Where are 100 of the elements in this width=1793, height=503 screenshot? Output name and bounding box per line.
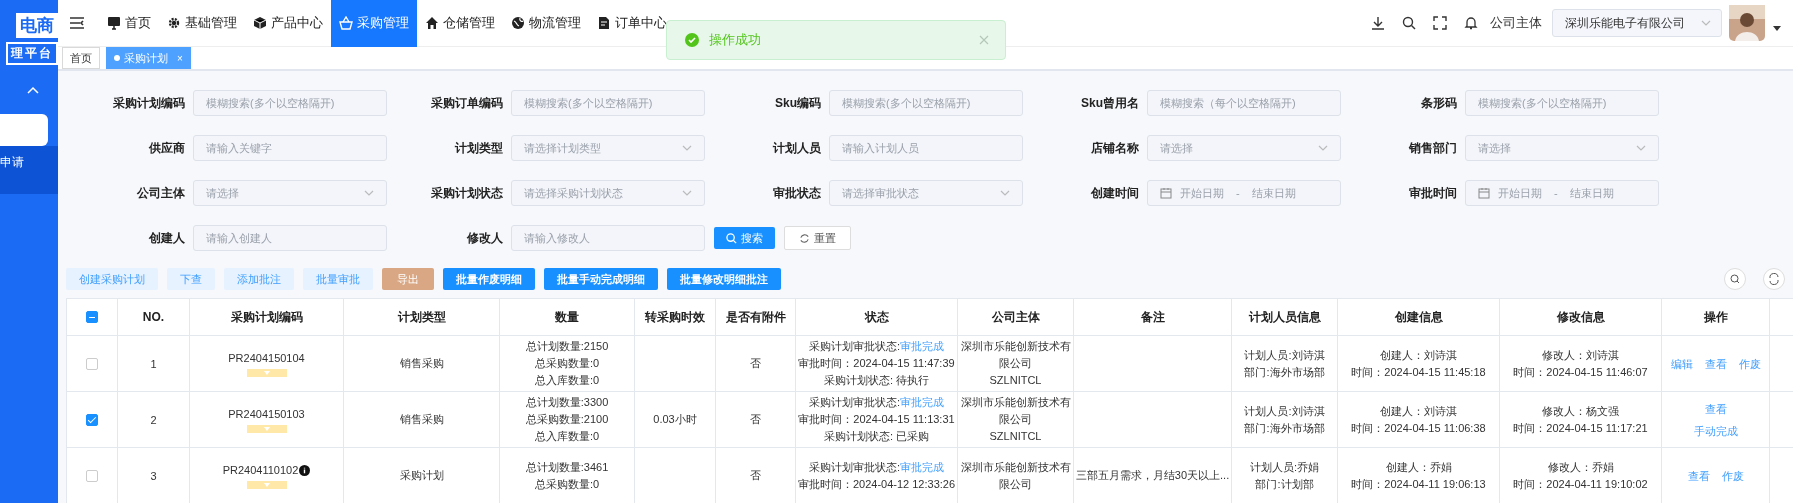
date-range-field[interactable]: 开始日期 - 结束日期 [1147,180,1341,206]
row-checkbox[interactable] [86,357,98,370]
filter-label: 店铺名称 [1090,139,1139,157]
chevron-down-icon [1000,190,1010,196]
operation-link[interactable]: 手动完成 [1693,419,1738,442]
column-header: NO. [142,310,165,324]
nav-item[interactable]: 基础管理 [159,0,245,47]
nav-item[interactable]: 物流管理 [503,0,589,47]
status-line: 审批时间：2024-04-15 11:47:39 [798,356,955,371]
operation-link[interactable]: 编辑 [1670,352,1693,375]
action-button[interactable]: 批量手动完成明细 [544,268,658,290]
filter-label: 采购计划状态 [430,184,503,202]
planner-line: 计划人员:刘诗淇 [1244,347,1325,363]
company-select[interactable]: 深圳乐能电子有限公司 [1552,9,1722,37]
nav-item[interactable]: 产品中心 [245,0,331,47]
filter-label: 审批状态 [772,184,821,202]
quantity-line: 总计划数量:3461 [525,459,609,475]
modified-line: 修改人：刘诗淇 [1542,347,1619,363]
text-field[interactable]: 模糊搜索(多个以空格隔开) [829,90,1023,116]
column-header: 计划人员信息 [1248,308,1321,326]
nav-item[interactable]: 首页 [99,0,159,47]
modified-line: 时间：2024-04-15 11:17:21 [1513,420,1648,436]
text-field[interactable]: 请输入修改人 [511,225,705,251]
company-line: 限公司 [999,412,1032,427]
table-cell: 销售采购 [399,412,444,427]
modified-line: 修改人：杨文强 [1542,403,1619,419]
action-button[interactable]: 下查 [167,268,215,290]
chevron-up-icon[interactable] [27,86,39,94]
status-line: 采购计划状态: 待执行 [823,373,930,388]
filter-label: 条形码 [1420,94,1457,112]
action-button[interactable]: 批量审批 [303,268,373,290]
nav-item[interactable]: 采购管理 [331,0,417,47]
download-icon[interactable] [1371,16,1385,30]
fullscreen-icon[interactable] [1433,16,1447,30]
created-line: 创建人：刘诗淇 [1380,403,1457,419]
modified-line: 修改人：乔娟 [1547,459,1614,475]
house-icon [425,16,439,30]
action-button[interactable]: 添加批注 [224,268,294,290]
select-field[interactable]: 请选择审批状态 [829,180,1023,206]
refresh-icon [799,232,810,244]
row-checkbox[interactable] [86,413,98,426]
date-range-field[interactable]: 开始日期 - 结束日期 [1465,180,1659,206]
menu-icon[interactable] [69,16,85,30]
action-button[interactable]: 批量作废明细 [443,268,535,290]
nav-item[interactable]: 订单中心 [589,0,675,47]
operation-link[interactable]: 作废 [1721,464,1744,487]
refresh-icon[interactable] [1763,268,1785,290]
action-button[interactable]: 导出 [382,268,434,290]
toast-message: 操作成功 [709,31,761,49]
created-line: 创建人：刘诗淇 [1380,347,1457,363]
plan-code: PR2404110102 [222,463,299,478]
chevron-down-icon [682,145,692,151]
text-field[interactable]: 模糊搜索（每个以空格隔开) [1147,90,1341,116]
calendar-icon [1160,187,1172,199]
operation-link[interactable]: 查看 [1704,397,1727,420]
page-tab[interactable]: 采购计划 × [106,47,191,69]
reset-button[interactable]: 重置 [784,226,851,250]
table-cell: 1 [150,357,157,370]
logo-text: 电商 [16,13,58,38]
company-line: 限公司 [999,476,1032,492]
operation-link[interactable]: 查看 [1687,464,1710,487]
text-field[interactable]: 模糊搜索(多个以空格隔开) [511,90,705,116]
row-checkbox[interactable] [86,469,98,482]
operation-link[interactable]: 查看 [1704,352,1727,375]
column-header: 创建信息 [1394,308,1443,326]
sidebar-item[interactable]: 申请 [0,146,58,194]
plan-code: PR2404150104 [228,351,305,366]
gear-icon [167,16,181,30]
cube-icon [253,16,267,30]
bell-icon[interactable] [1464,16,1478,30]
text-field[interactable]: 请输入关键字 [193,135,387,161]
document-icon [597,16,611,30]
text-field[interactable]: 请输入计划人员 [829,135,1023,161]
operation-link[interactable]: 作废 [1738,352,1761,375]
search-button[interactable]: 搜索 [714,227,775,249]
page-tab[interactable]: 首页 [62,47,100,69]
search-icon [726,232,737,244]
monitor-icon [107,16,121,30]
filter-label: 供应商 [148,139,185,157]
quantity-line: 总入库数量:0 [534,373,600,388]
text-field[interactable]: 模糊搜索(多个以空格隔开) [193,90,387,116]
search-icon[interactable] [1402,16,1416,30]
action-button[interactable]: 创建采购计划 [66,268,158,290]
column-header: 采购计划编码 [230,308,303,326]
status-line: 采购计划审批状态:审批完成 [808,339,945,354]
select-field[interactable]: 请选择计划类型 [511,135,705,161]
text-field[interactable]: 模糊搜索(多个以空格隔开) [1465,90,1659,116]
caret-icon[interactable] [1773,25,1781,31]
created-line: 时间：2024-04-15 11:45:18 [1351,364,1486,380]
action-button[interactable]: 批量修改明细批注 [667,268,781,290]
nav-item[interactable]: 仓储管理 [417,0,503,47]
select-field[interactable]: 请选择 [1465,135,1659,161]
text-field[interactable]: 请输入创建人 [193,225,387,251]
quantity-line: 总采购数量:0 [534,476,600,492]
select-all-checkbox[interactable] [86,311,98,323]
info-icon[interactable] [299,465,311,476]
select-field[interactable]: 请选择采购计划状态 [511,180,705,206]
filter-label: 创建人 [148,229,185,247]
select-field[interactable]: 请选择 [193,180,387,206]
select-field[interactable]: 请选择 [1147,135,1341,161]
